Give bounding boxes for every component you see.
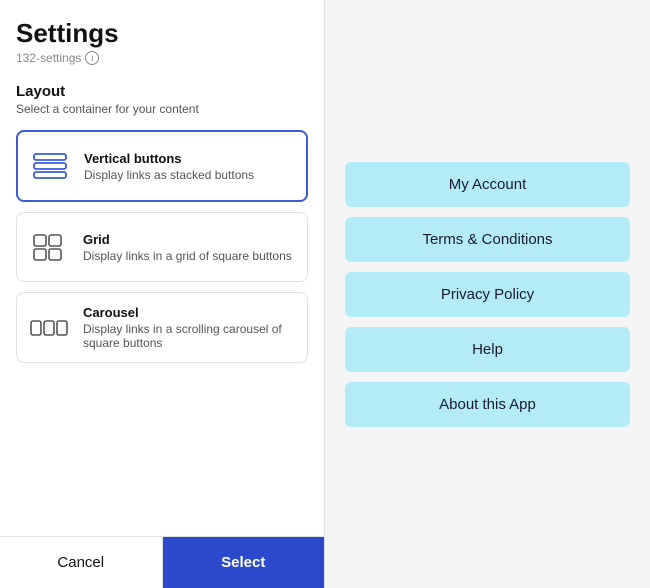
vertical-option-title: Vertical buttons xyxy=(84,151,254,166)
grid-icon xyxy=(27,225,71,269)
carousel-option-text: Carousel Display links in a scrolling ca… xyxy=(83,305,297,350)
preview-btn-privacy[interactable]: Privacy Policy xyxy=(345,272,630,317)
layout-option-carousel[interactable]: Carousel Display links in a scrolling ca… xyxy=(16,292,308,363)
layout-section-desc: Select a container for your content xyxy=(16,102,308,116)
preview-btn-my-account[interactable]: My Account xyxy=(345,162,630,207)
bottom-bar: Cancel Select xyxy=(0,536,324,588)
cancel-button[interactable]: Cancel xyxy=(0,537,163,588)
info-icon[interactable]: i xyxy=(85,51,99,65)
page-subtitle: 132-settings i xyxy=(16,51,308,65)
layout-option-vertical[interactable]: Vertical buttons Display links as stacke… xyxy=(16,130,308,202)
carousel-option-desc: Display links in a scrolling carousel of… xyxy=(83,322,297,350)
subtitle-text: 132-settings xyxy=(16,51,81,65)
carousel-icon xyxy=(27,306,71,350)
carousel-option-title: Carousel xyxy=(83,305,297,320)
preview-btn-help[interactable]: Help xyxy=(345,327,630,372)
layout-option-grid[interactable]: Grid Display links in a grid of square b… xyxy=(16,212,308,282)
right-panel: My Account Terms & Conditions Privacy Po… xyxy=(325,0,650,588)
layout-section-title: Layout xyxy=(16,83,308,100)
left-panel: Settings 132-settings i Layout Select a … xyxy=(0,0,325,588)
grid-option-text: Grid Display links in a grid of square b… xyxy=(83,232,292,263)
grid-option-desc: Display links in a grid of square button… xyxy=(83,249,292,263)
vertical-icon xyxy=(28,144,72,188)
preview-btn-about[interactable]: About this App xyxy=(345,382,630,427)
grid-option-title: Grid xyxy=(83,232,292,247)
preview-btn-terms[interactable]: Terms & Conditions xyxy=(345,217,630,262)
preview-buttons: My Account Terms & Conditions Privacy Po… xyxy=(345,162,630,427)
vertical-option-desc: Display links as stacked buttons xyxy=(84,168,254,182)
page-title: Settings xyxy=(16,18,308,49)
vertical-option-text: Vertical buttons Display links as stacke… xyxy=(84,151,254,182)
select-button[interactable]: Select xyxy=(163,537,325,588)
left-content: Settings 132-settings i Layout Select a … xyxy=(0,0,324,536)
